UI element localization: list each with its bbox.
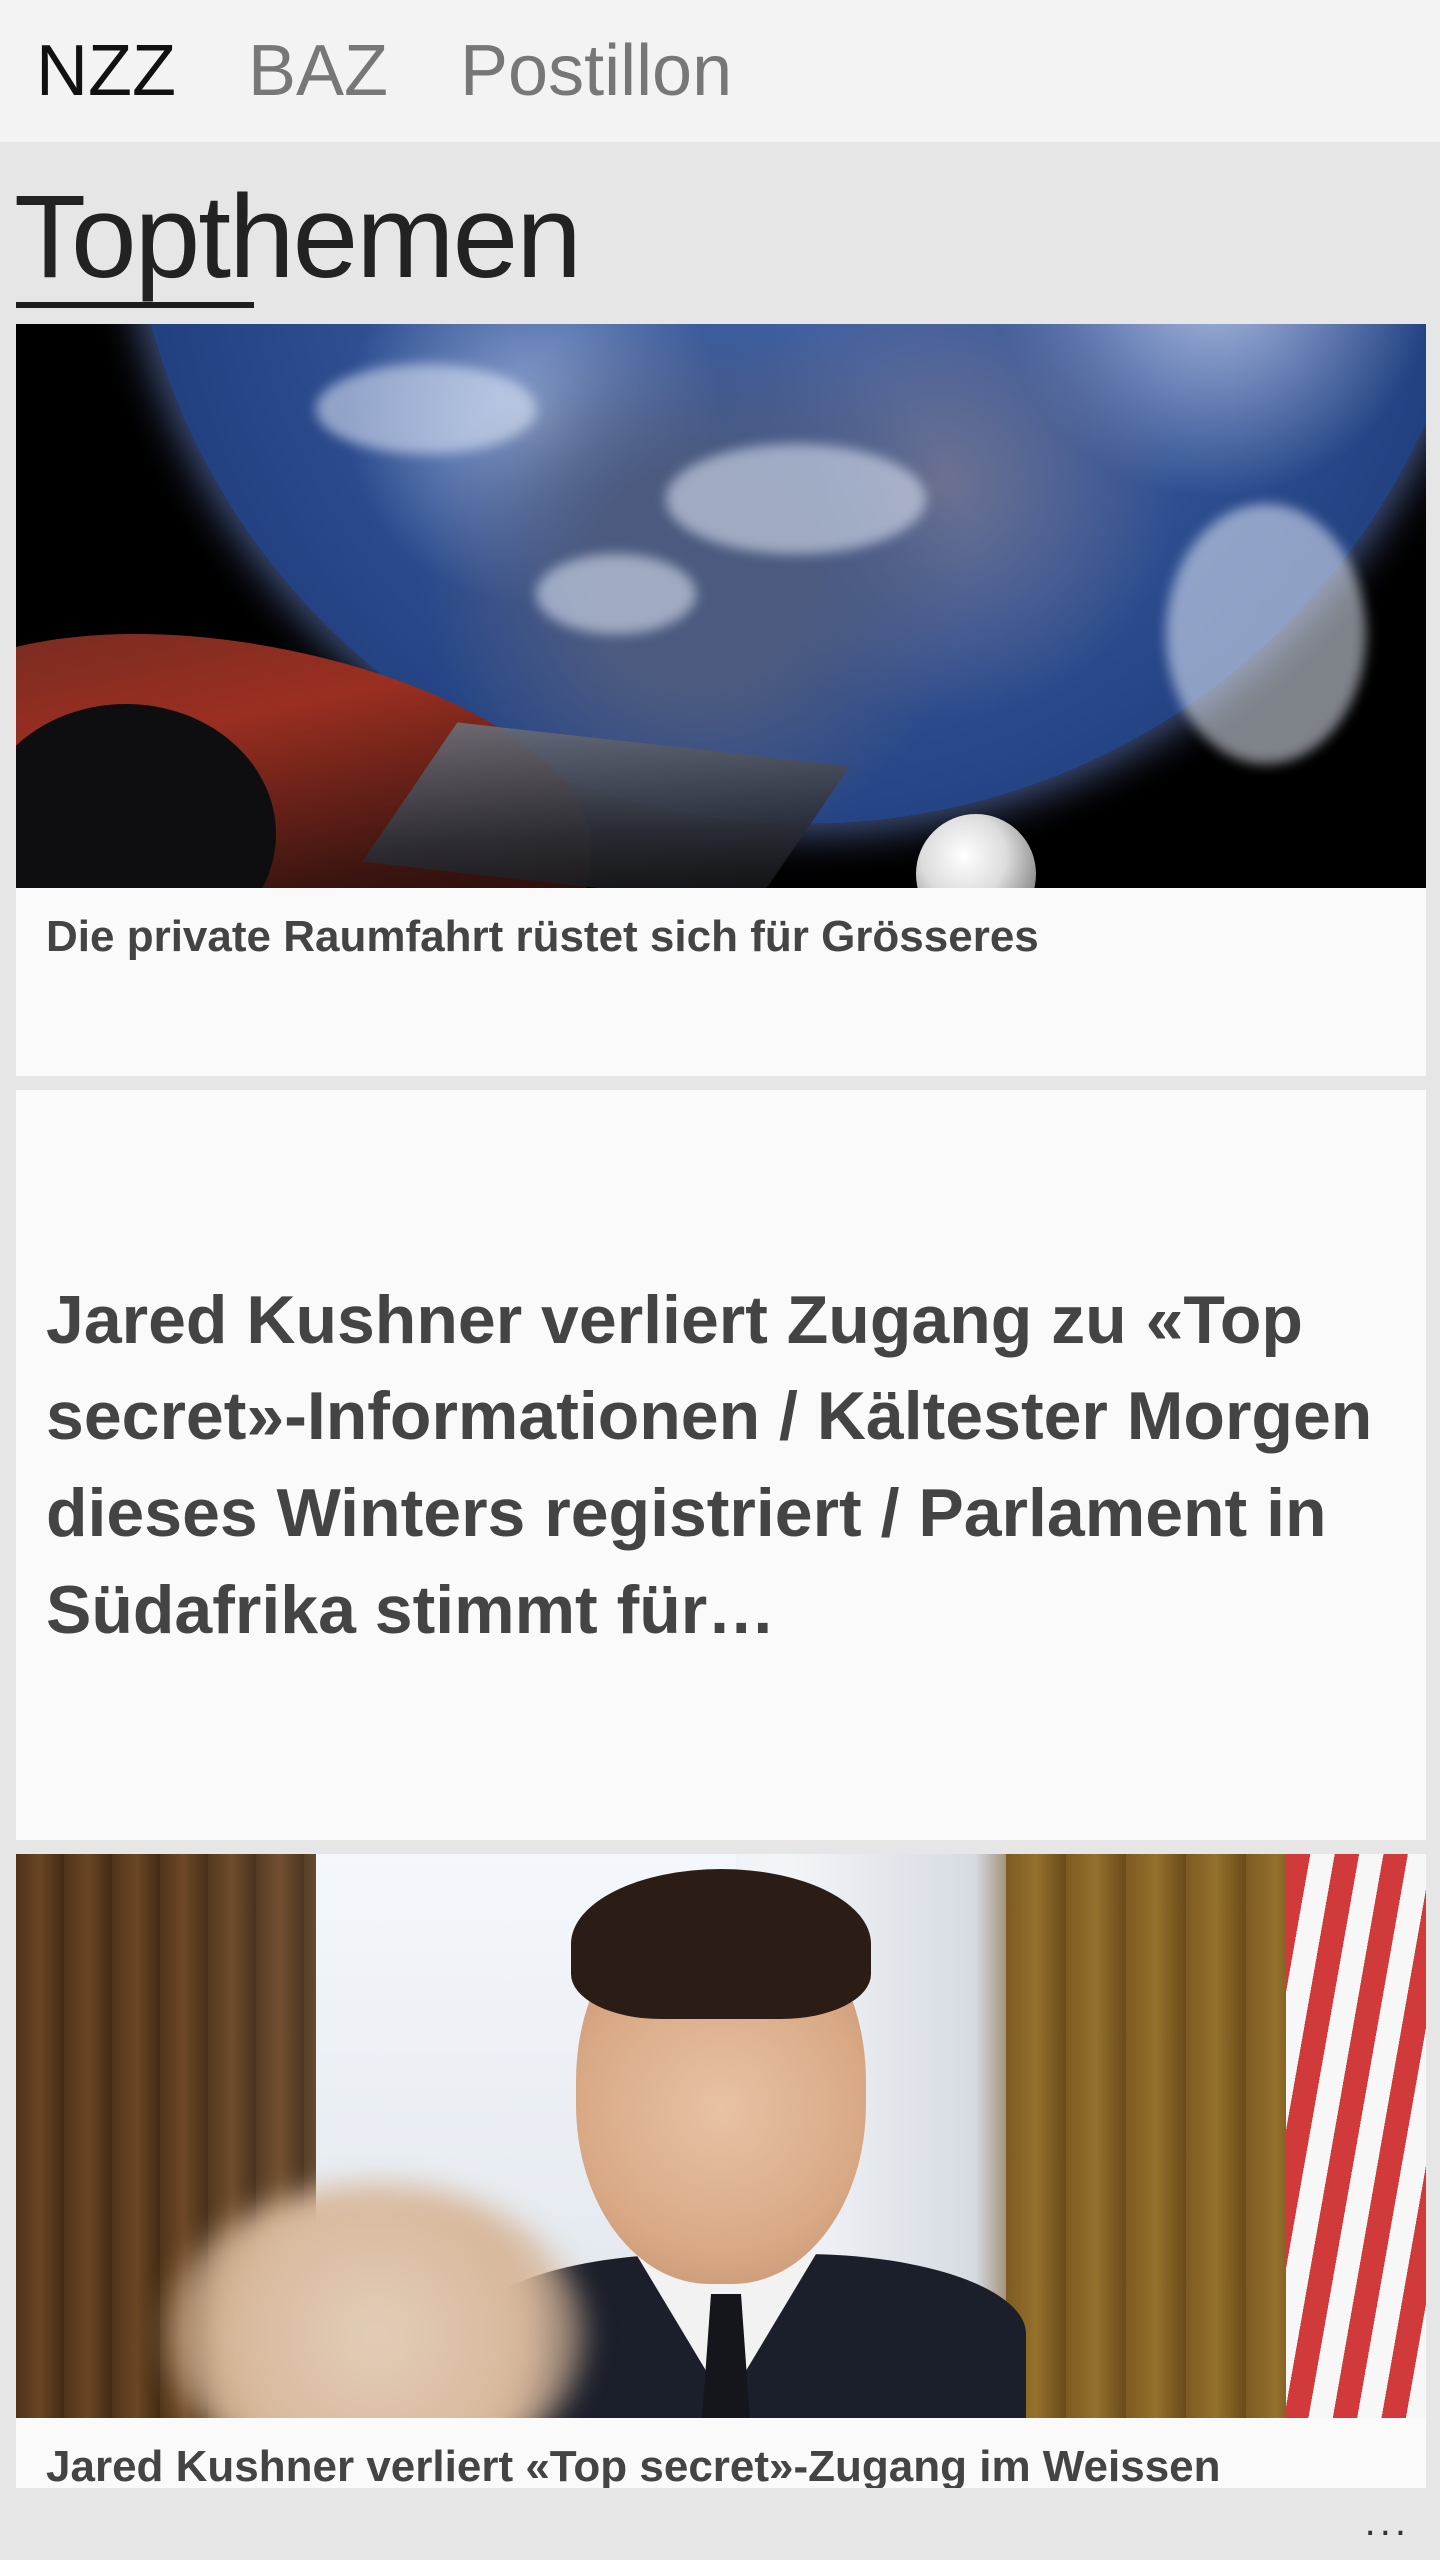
section-underline <box>16 302 254 308</box>
article-headline: Jared Kushner verliert Zugang zu «Top se… <box>46 1281 1373 1648</box>
curtain-graphic <box>1006 1854 1286 2418</box>
article-headline: Jared Kushner verliert «Top secret»-Zuga… <box>46 2442 1221 2491</box>
cloud-graphic <box>536 554 696 634</box>
article-card[interactable]: Die private Raumfahrt rüstet sich für Gr… <box>16 324 1426 1076</box>
article-card[interactable]: Jared Kushner verliert Zugang zu «Top se… <box>16 1090 1426 1840</box>
hair-graphic <box>571 1869 871 2019</box>
more-icon[interactable]: ... <box>1365 2502 1410 2542</box>
article-image-kushner <box>16 1854 1426 2418</box>
cloud-graphic <box>316 364 536 454</box>
section-title: Topthemen <box>14 171 582 303</box>
section-header: Topthemen <box>0 142 1440 324</box>
cloud-graphic <box>666 444 926 554</box>
tab-nzz[interactable]: NZZ <box>36 35 176 107</box>
article-headline: Die private Raumfahrt rüstet sich für Gr… <box>46 912 1039 961</box>
cloud-graphic <box>1166 504 1366 764</box>
flag-graphic <box>1286 1854 1426 2418</box>
tab-postillon[interactable]: Postillon <box>460 35 732 107</box>
article-image-spacex-roadster <box>16 324 1426 888</box>
source-tab-bar: NZZ BAZ Postillon <box>0 0 1440 142</box>
article-feed: Die private Raumfahrt rüstet sich für Gr… <box>16 324 1426 2508</box>
command-bar: ... <box>0 2488 1440 2560</box>
helmet-graphic <box>916 814 1036 888</box>
tab-baz[interactable]: BAZ <box>248 35 388 107</box>
article-card[interactable]: Jared Kushner verliert «Top secret»-Zuga… <box>16 1854 1426 2494</box>
